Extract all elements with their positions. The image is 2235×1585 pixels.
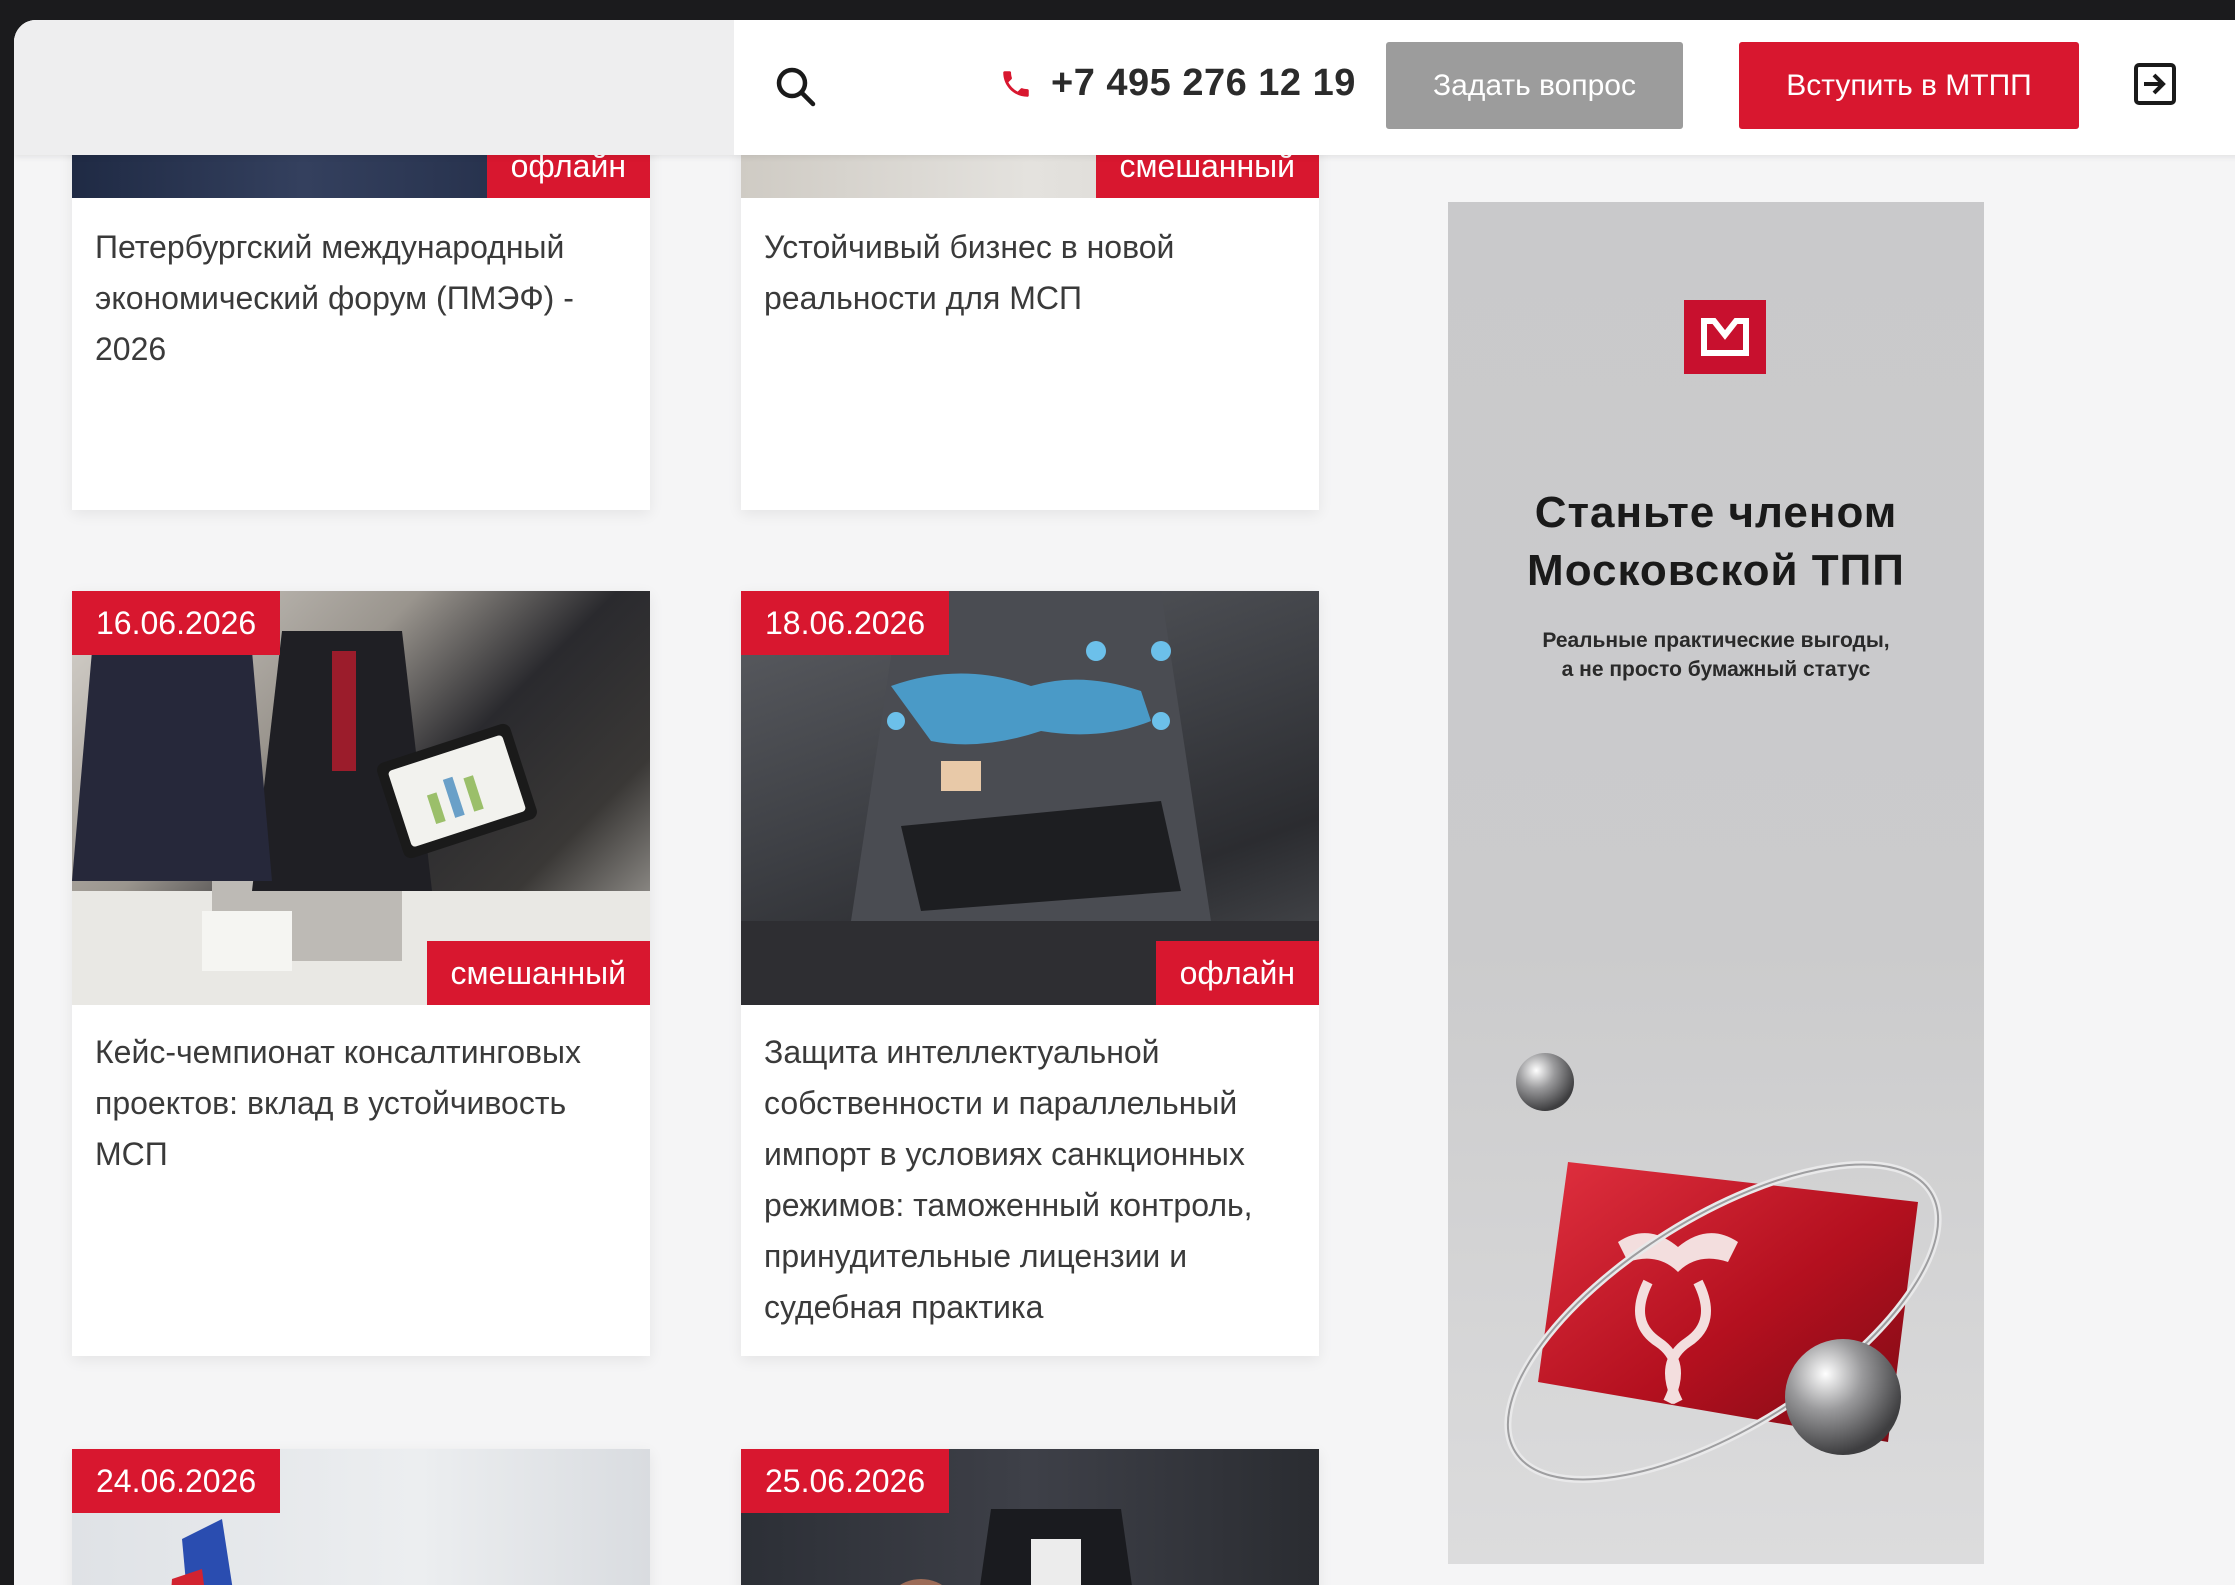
ad-title: Станьте членом Московской ТПП — [1527, 488, 1905, 595]
event-image: 16.06.2026 смешанный — [72, 591, 650, 1005]
phone-number: +7 495 276 12 19 — [1051, 62, 1356, 104]
event-card[interactable]: 16.06.2026 смешанный Кейс-чемпионат конс… — [72, 591, 650, 1356]
search-input[interactable] — [14, 20, 734, 155]
event-title[interactable]: Устойчивый бизнес в новой реальности для… — [764, 222, 1296, 324]
date-badge: 18.06.2026 — [741, 591, 950, 655]
date-badge: 16.06.2026 — [72, 591, 281, 655]
browser-window: +7 495 276 12 19 Задать вопрос Вступить … — [14, 20, 2235, 1585]
event-title[interactable]: Петербургский международный экономически… — [95, 222, 627, 375]
format-badge: офлайн — [1155, 941, 1319, 1005]
join-mtpp-button[interactable]: Вступить в МТПП — [1739, 42, 2079, 129]
ask-question-button[interactable]: Задать вопрос — [1386, 42, 1683, 129]
phone-icon — [1003, 70, 1029, 97]
login-button[interactable] — [2127, 56, 2183, 112]
event-title[interactable]: Кейс-чемпионат консалтинговых проектов: … — [95, 1027, 627, 1180]
mtpp-logo-icon — [1701, 318, 1749, 356]
event-image: 24.06.2026 — [72, 1449, 650, 1585]
membership-ad-banner[interactable]: Станьте членом Московской ТПП Реальные п… — [1448, 202, 1984, 1564]
date-badge: 24.06.2026 — [72, 1449, 281, 1513]
site-header: +7 495 276 12 19 Задать вопрос Вступить … — [14, 20, 2235, 155]
ad-subtitle-line1: Реальные практические выгоды, — [1542, 629, 1890, 652]
event-title[interactable]: Защита интеллектуальной собственности и … — [764, 1027, 1296, 1333]
event-card[interactable]: 24.06.2026 — [72, 1449, 650, 1585]
event-image: 18.06.2026 офлайн — [741, 591, 1319, 1005]
event-card[interactable]: 25.06.2026 — [741, 1449, 1319, 1585]
event-image: 25.06.2026 — [741, 1449, 1319, 1585]
event-card[interactable]: 18.06.2026 офлайн Защита интеллектуально… — [741, 591, 1319, 1356]
search-button[interactable] — [734, 40, 858, 134]
phone-link[interactable]: +7 495 276 12 19 — [999, 62, 1356, 105]
ad-subtitle-line2: а не просто бумажный статус — [1561, 658, 1871, 681]
search-icon — [776, 67, 816, 107]
login-icon — [2134, 63, 2176, 105]
date-badge: 25.06.2026 — [741, 1449, 950, 1513]
format-badge: смешанный — [426, 941, 650, 1005]
ad-subtitle: Реальные практические выгоды, а не прост… — [1448, 626, 1984, 684]
membership-card-illustration — [1504, 1053, 1942, 1483]
mtpp-logo — [1684, 300, 1766, 374]
